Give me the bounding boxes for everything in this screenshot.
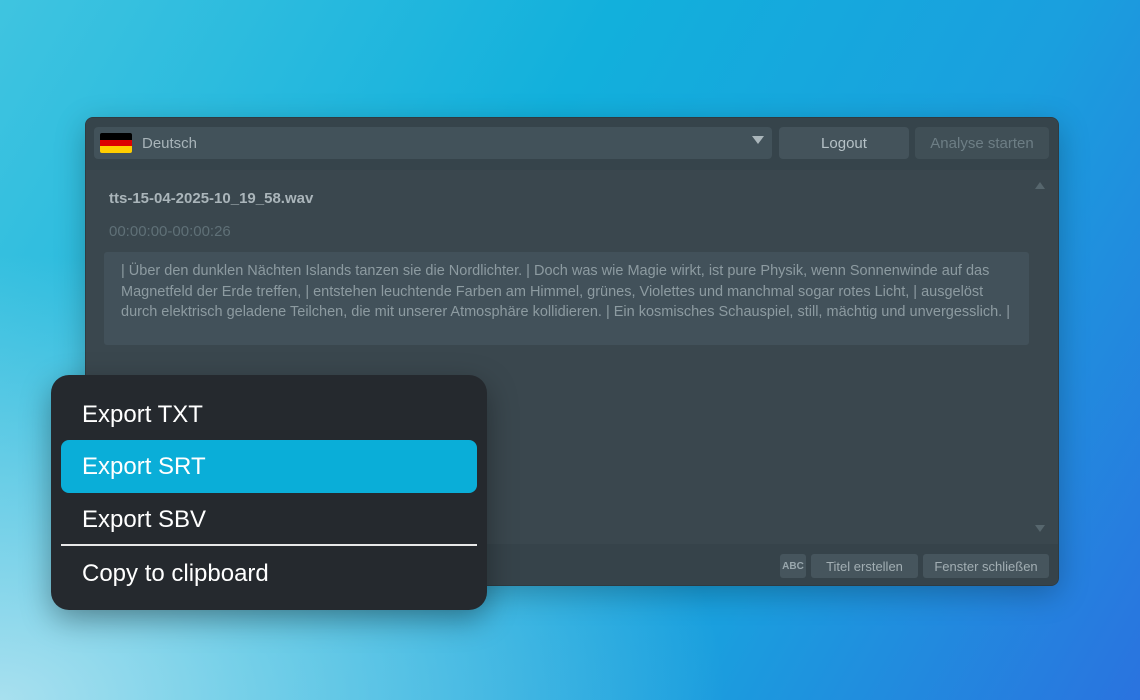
spellcheck-icon[interactable]: ABC [780,554,806,578]
close-window-button[interactable]: Fenster schließen [923,554,1049,578]
toolbar: Deutsch Logout Analyse starten [86,118,1058,170]
scroll-up-icon[interactable] [1035,182,1045,189]
menu-item-export-sbv[interactable]: Export SBV [61,493,477,546]
menu-divider [61,544,477,546]
analyse-start-button[interactable]: Analyse starten [915,127,1049,159]
export-menu: Export TXT Export SRT Export SBV Copy to… [51,375,487,610]
german-flag-icon [100,133,132,153]
background: Deutsch Logout Analyse starten tts-15-04… [0,0,1140,700]
scroll-down-icon[interactable] [1035,525,1045,532]
menu-item-copy-clipboard[interactable]: Copy to clipboard [61,547,477,600]
create-title-button[interactable]: Titel erstellen [811,554,918,578]
chevron-down-icon [752,136,764,144]
language-select[interactable]: Deutsch [94,127,772,159]
menu-item-export-txt[interactable]: Export TXT [61,388,477,441]
language-label: Deutsch [142,134,198,152]
menu-item-export-srt[interactable]: Export SRT [61,440,477,493]
logout-button[interactable]: Logout [779,127,909,159]
transcript-text[interactable]: | Über den dunklen Nächten Islands tanze… [104,252,1029,345]
file-name: tts-15-04-2025-10_19_58.wav [109,190,314,207]
timecode: 00:00:00-00:00:26 [109,223,231,240]
